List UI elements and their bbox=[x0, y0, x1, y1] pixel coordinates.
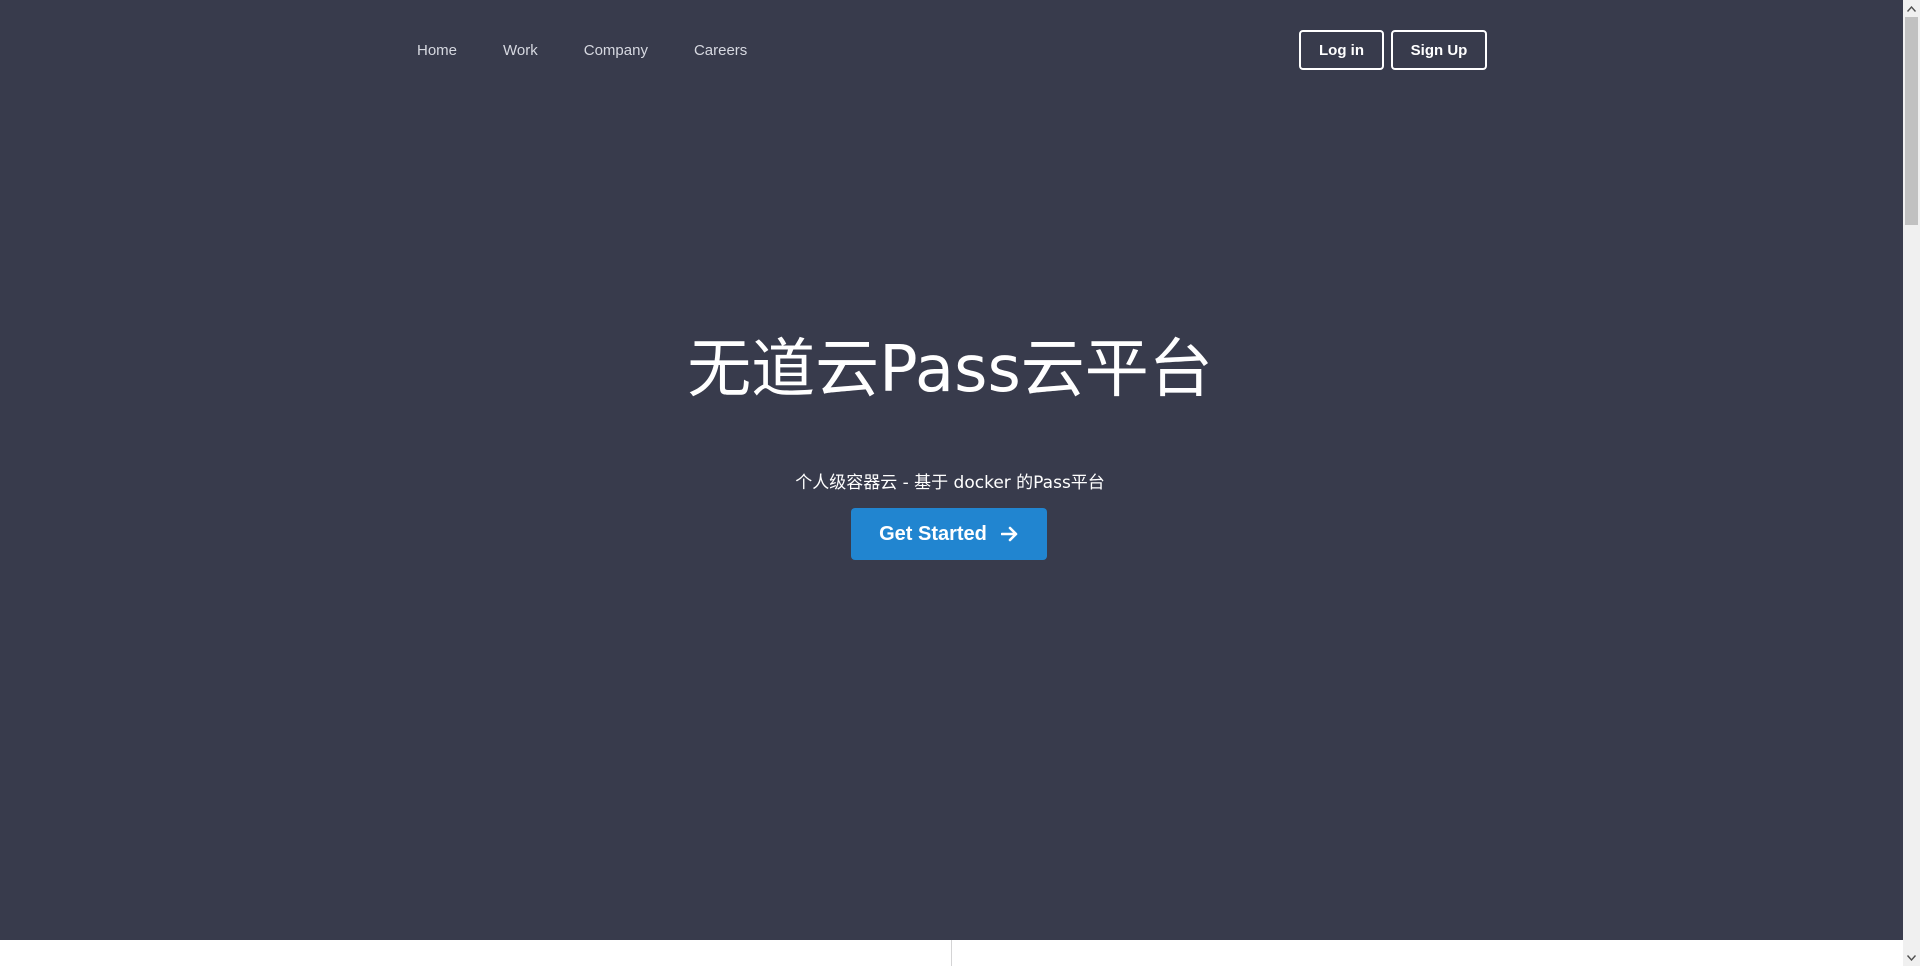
get-started-button[interactable]: Get Started bbox=[851, 508, 1047, 560]
signup-button[interactable]: Sign Up bbox=[1391, 30, 1487, 70]
hero-title: 无道云Pass云平台 bbox=[687, 333, 1213, 407]
nav-item-company[interactable]: Company bbox=[584, 42, 648, 59]
scroll-up-arrow-icon[interactable] bbox=[1903, 0, 1920, 17]
hero-masthead: Home Work Company Careers Log in Sign Up… bbox=[0, 0, 1903, 940]
scrollbar-thumb[interactable] bbox=[1905, 17, 1918, 225]
auth-buttons: Log in Sign Up bbox=[1299, 30, 1487, 70]
get-started-label: Get Started bbox=[879, 522, 987, 545]
vertical-scrollbar[interactable] bbox=[1903, 0, 1920, 966]
nav-item-work[interactable]: Work bbox=[503, 42, 538, 59]
arrow-right-icon bbox=[1000, 526, 1019, 542]
nav-menu: Home Work Company Careers bbox=[405, 42, 781, 59]
top-navigation: Home Work Company Careers Log in Sign Up bbox=[405, 30, 1487, 70]
login-button[interactable]: Log in bbox=[1299, 30, 1384, 70]
section-divider bbox=[951, 940, 952, 966]
scroll-down-arrow-icon[interactable] bbox=[1903, 949, 1920, 966]
hero-subtitle: 个人级容器云 - 基于 docker 的Pass平台 bbox=[795, 473, 1105, 493]
nav-item-careers[interactable]: Careers bbox=[694, 42, 747, 59]
nav-item-home[interactable]: Home bbox=[417, 42, 457, 59]
